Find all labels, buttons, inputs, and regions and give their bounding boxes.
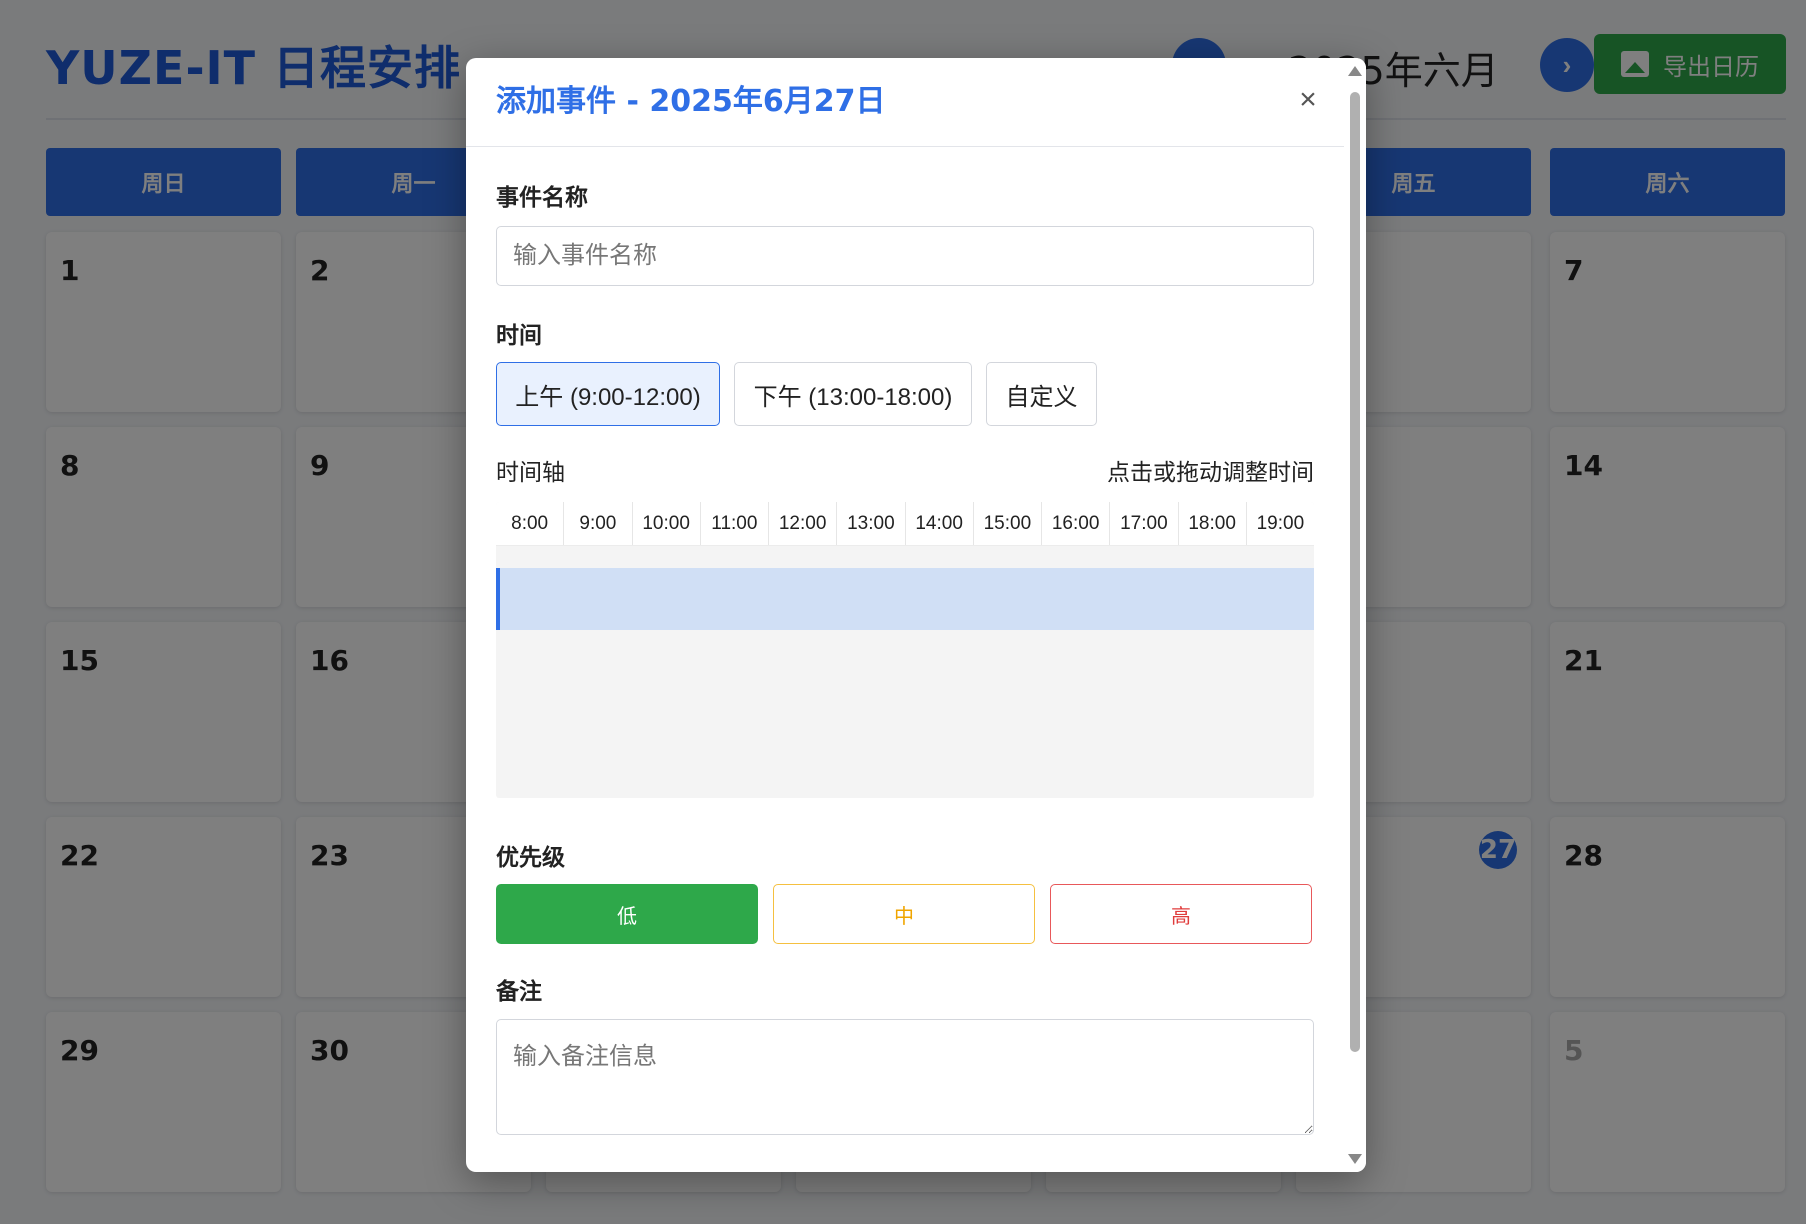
timeline-hour-label: 14:00 (906, 502, 974, 545)
add-event-modal: 添加事件 - 2025年6月27日 × 事件名称 时间 上午 (9:00-12:… (466, 58, 1366, 1172)
priority-medium-button[interactable]: 中 (773, 884, 1035, 944)
time-option-custom[interactable]: 自定义 (986, 362, 1097, 426)
priority-label: 优先级 (496, 845, 565, 871)
modal-title: 添加事件 - 2025年6月27日 (496, 84, 886, 119)
scroll-thumb[interactable] (1350, 92, 1360, 1052)
close-icon[interactable]: × (1288, 80, 1328, 120)
timeline-hour-label: 8:00 (496, 502, 565, 545)
modal-header: 添加事件 - 2025年6月27日 × (466, 58, 1344, 147)
time-option-morning[interactable]: 上午 (9:00-12:00) (496, 362, 720, 426)
event-name-input[interactable] (496, 226, 1314, 286)
time-label: 时间 (496, 323, 542, 349)
timeline-hour-label: 13:00 (837, 502, 906, 545)
notes-label: 备注 (496, 979, 542, 1005)
selected-time-range[interactable] (496, 568, 1314, 630)
timeline-hour-label: 19:00 (1256, 512, 1305, 534)
timeline-hour-label: 9:00 (564, 502, 633, 545)
timeline-label: 时间轴 (496, 460, 565, 486)
scroll-up-arrow-icon[interactable] (1348, 66, 1362, 76)
time-option-afternoon[interactable]: 下午 (13:00-18:00) (734, 362, 972, 426)
timeline-hour-label: 11:00 (701, 502, 769, 545)
priority-low-button[interactable]: 低 (496, 884, 758, 944)
timeline-hours: 8:00 9:00 10:00 11:00 12:00 13:00 14:00 15:00 16… (496, 502, 1314, 546)
timeline-hour-label: 17:00 (1110, 502, 1179, 545)
scroll-down-arrow-icon[interactable] (1348, 1154, 1362, 1164)
timeline-hour-label: 10:00 (633, 502, 701, 545)
timeline-hour-label: 16:00 (1042, 502, 1111, 545)
timeline-hint: 点击或拖动调整时间 (1107, 460, 1314, 486)
notes-textarea[interactable] (496, 1019, 1314, 1135)
event-name-label: 事件名称 (496, 185, 588, 211)
timeline-hour-label: 18:00 (1179, 502, 1247, 545)
priority-high-button[interactable]: 高 (1050, 884, 1312, 944)
timeline[interactable]: 8:00 9:00 10:00 11:00 12:00 13:00 14:00 15:00 16… (496, 502, 1314, 798)
modal-scrollbar[interactable] (1344, 58, 1366, 1172)
timeline-hour-label: 12:00 (769, 502, 838, 545)
timeline-hour-label: 15:00 (974, 502, 1042, 545)
